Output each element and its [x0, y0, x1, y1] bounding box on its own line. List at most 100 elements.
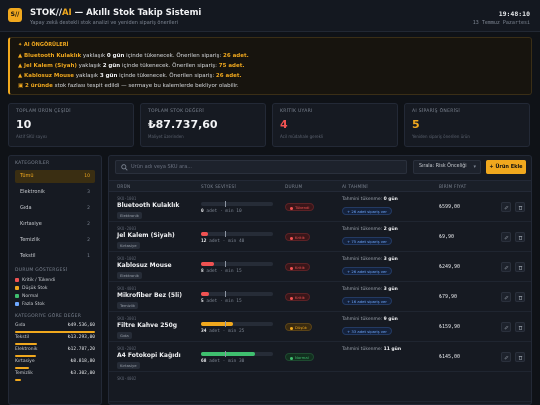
search-box[interactable] — [115, 160, 407, 174]
sidebar-item-category[interactable]: Kırtasiye 2 — [15, 218, 95, 231]
sidebar-item-category[interactable]: Temizlik 2 — [15, 234, 95, 247]
kpi-label: AI SİPARİŞ ÖNERİSİ — [412, 109, 461, 114]
reorder-suggestion-button[interactable]: + 33 adet sipariş ver — [342, 327, 392, 335]
product-sku: SKU-1002 — [117, 256, 137, 261]
unit-price: ₺599,00 — [439, 204, 461, 210]
product-name: Filtre Kahve 250g — [117, 322, 178, 329]
insight-text: içinde tükenecek. Önerilen sipariş: — [124, 53, 223, 59]
sidebar: KATEGORİLER Tümü 10 Elektronik 3 Gıda 2 Kırtas… — [8, 155, 102, 405]
reorder-suggestion-button[interactable]: + 26 adet sipariş ver — [342, 207, 392, 215]
sidebar-item-category[interactable]: Tekstil 1 — [15, 250, 95, 263]
add-product-button[interactable]: + Ürün Ekle — [486, 160, 526, 174]
status-dot — [290, 296, 293, 300]
table-row[interactable]: SKU-2003 Jel Kalem (Siyah) Kırtasiye 12 ade… — [109, 223, 531, 252]
trash-icon[interactable] — [515, 262, 525, 272]
col-price: BİRİM FİYAT — [439, 184, 467, 189]
col-status: DURUM — [285, 184, 303, 189]
stock-text: 34 adet · min 25 — [201, 329, 245, 334]
min-stock-marker — [224, 321, 226, 327]
stock-text: 0 adet · min 10 — [201, 209, 242, 214]
status-dot — [290, 236, 293, 240]
category-count: 3 — [87, 190, 90, 195]
edit-icon[interactable] — [501, 262, 511, 272]
stock-level-fill — [201, 292, 209, 296]
insight-product[interactable]: Jel Kalem (Siyah) — [24, 63, 77, 69]
min-stock-marker — [224, 231, 226, 237]
reorder-suggestion-button[interactable]: + 16 adet sipariş ver — [342, 297, 392, 305]
reorder-suggestion-button[interactable]: + 75 adet sipariş ver — [342, 237, 392, 245]
product-sku: SKU-4001 — [117, 286, 137, 291]
status-label: Kritik — [295, 265, 305, 270]
kpi-value: 10 — [16, 118, 32, 131]
app-header: S// STOK//AI — Akıllı Stok Takip Sistemi… — [0, 0, 540, 32]
stock-level-bar — [201, 201, 273, 207]
insight-product[interactable]: Bluetooth Kulaklık — [24, 53, 81, 59]
package-icon: ▣ — [18, 83, 24, 89]
trash-icon[interactable] — [515, 322, 525, 332]
min-stock-marker — [224, 351, 226, 357]
kpi-hint: Yeniden sipariş önerilen ürün — [412, 134, 470, 139]
status-dot — [290, 266, 293, 270]
insight-text: yaklaşık — [76, 63, 103, 69]
table-row[interactable]: SKU-2002 A4 Fotokopi Kağıdı Kırtasiye 68 ad… — [109, 343, 531, 372]
insight-qty: 75 adet. — [218, 63, 245, 69]
category-value-bar — [15, 343, 37, 345]
search-input[interactable] — [131, 161, 401, 173]
legend-item: Normal — [15, 293, 95, 301]
stock-level-fill — [201, 352, 255, 356]
app-title: STOK//AI — Akıllı Stok Takip Sistemi — [30, 8, 201, 18]
categories-title: KATEGORİLER — [15, 161, 50, 166]
sidebar-item-category[interactable]: Elektronik 3 — [15, 186, 95, 199]
category-value-label: Elektronik — [15, 347, 38, 352]
edit-icon[interactable] — [501, 352, 511, 362]
trash-icon[interactable] — [515, 202, 525, 212]
unit-price: ₺79,90 — [439, 294, 458, 300]
insight-qty: 26 adet. — [223, 53, 249, 59]
stock-count: 68 — [201, 359, 207, 364]
edit-icon[interactable] — [501, 232, 511, 242]
table-row[interactable]: SKU-1002 Kablosuz Mouse Elektronik 8 adet ·… — [109, 253, 531, 282]
product-sku: SKU-2003 — [117, 226, 137, 231]
insight-text: yaklaşık — [74, 73, 100, 79]
category-label: Temizlik — [20, 237, 40, 243]
table-row[interactable]: SKU-3001 Filtre Kahve 250g Gıda 34 adet · m… — [109, 313, 531, 342]
stock-count: 0 — [201, 209, 204, 214]
table-row[interactable]: SKU-1001 Bluetooth Kulaklık Elektronik 0 ad… — [109, 193, 531, 222]
trash-icon[interactable] — [515, 292, 525, 302]
ai-estimate-label: Tahmini tükenme: — [342, 257, 384, 262]
ai-insights-heading: ✦ AI ÖNGÖRÜLERİ — [18, 42, 69, 48]
stock-min: min 10 — [225, 209, 242, 214]
table-row[interactable]: SKU-4002 — [109, 373, 531, 402]
ai-estimate-days: 9 gün — [383, 317, 398, 322]
stock-count: 12 — [201, 239, 207, 244]
kpi-hint: Acil müdahale gerekli — [280, 134, 324, 139]
category-value-row: Gıda ₺49.536,60 — [15, 323, 95, 335]
sort-select[interactable]: Sırala: Risk Önceliği ▾ — [413, 160, 481, 174]
edit-icon[interactable] — [501, 202, 511, 212]
chevron-down-icon: ▾ — [473, 164, 476, 170]
sidebar-item-category[interactable]: Gıda 2 — [15, 202, 95, 215]
reorder-suggestion-button[interactable]: + 26 adet sipariş ver — [342, 267, 392, 275]
edit-icon[interactable] — [501, 322, 511, 332]
sidebar-item-category[interactable]: Tümü 10 — [15, 170, 95, 183]
product-name: Mikrofiber Bez (5li) — [117, 292, 182, 299]
trash-icon[interactable] — [515, 352, 525, 362]
edit-icon[interactable] — [501, 292, 511, 302]
excess-count: 2 üründe — [24, 83, 53, 89]
col-stock: STOK SEVİYESİ — [201, 184, 236, 189]
table-row[interactable]: SKU-4001 Mikrofiber Bez (5li) Temizlik 5 ad… — [109, 283, 531, 312]
stock-text: 68 adet · min 30 — [201, 359, 245, 364]
ai-estimate-label: Tahmini tükenme: — [342, 347, 384, 352]
insight-text: içinde tükenecek. Önerilen sipariş: — [117, 73, 216, 79]
unit-price: ₺159,90 — [439, 324, 461, 330]
kpi-value: 5 — [412, 118, 420, 131]
insight-product[interactable]: Kablosuz Mouse — [24, 73, 74, 79]
category-value-row: Temizlik ₺3.302,00 — [15, 371, 95, 383]
status-badge: Kritik — [285, 233, 310, 241]
unit-price: ₺249,90 — [439, 264, 461, 270]
status-label: Kritik — [295, 295, 305, 300]
legend-label: Düşük Stok — [22, 286, 48, 291]
stock-count: 8 — [201, 269, 204, 274]
trash-icon[interactable] — [515, 232, 525, 242]
legend-item: Fazla Stok — [15, 301, 95, 309]
